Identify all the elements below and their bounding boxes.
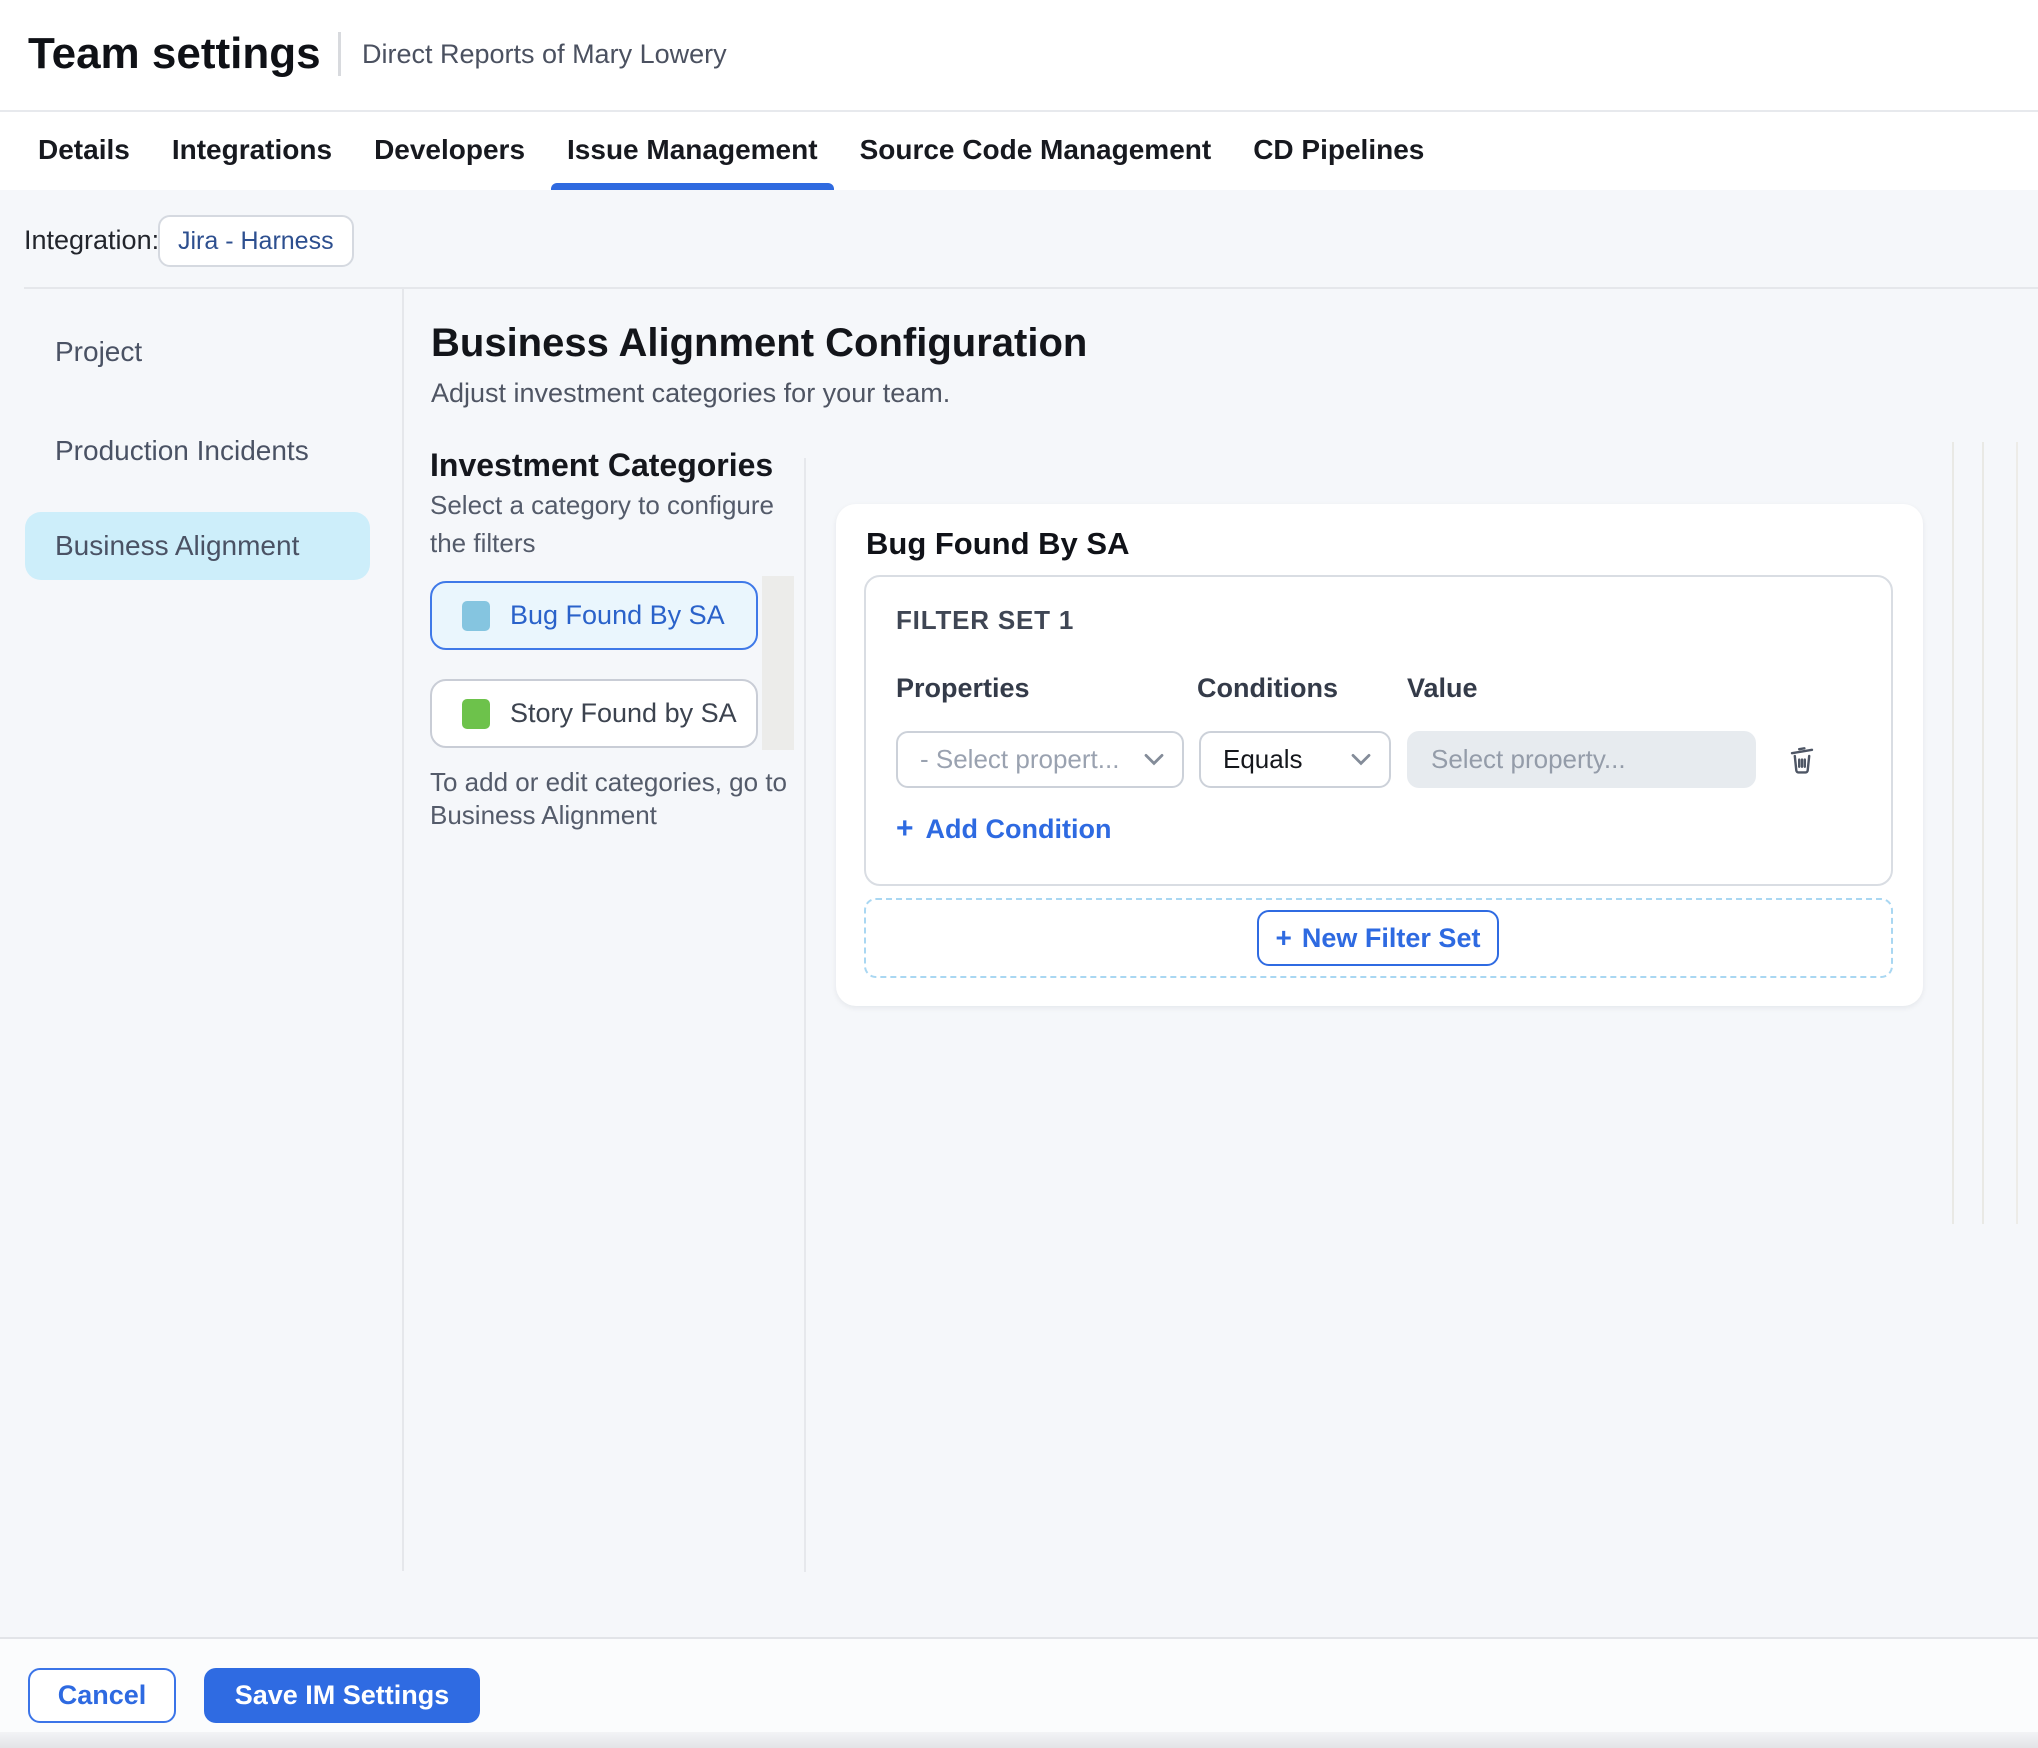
content-top-divider <box>24 287 2038 289</box>
sidebar-item-business-alignment[interactable]: Business Alignment <box>25 512 370 580</box>
section-subheading: Adjust investment categories for your te… <box>431 378 951 408</box>
chevron-down-icon <box>1144 753 1164 765</box>
chevron-down-icon <box>1351 753 1371 765</box>
sidebar-item-production-incidents[interactable]: Production Incidents <box>25 417 370 485</box>
investment-categories-description: Select a category to configure the filte… <box>430 490 774 558</box>
tab-integrations[interactable]: Integrations <box>172 110 332 190</box>
filter-set-title: FILTER SET 1 <box>896 605 1075 635</box>
tab-issue-management[interactable]: Issue Management <box>551 110 834 190</box>
property-select[interactable]: - Select propert... <box>896 731 1184 788</box>
active-tab-underline <box>551 183 834 190</box>
team-settings-page: Team settings Direct Reports of Mary Low… <box>0 0 2038 1748</box>
integration-label: Integration: <box>24 225 160 255</box>
section-heading: Business Alignment Configuration <box>431 321 1088 365</box>
bug-category-swatch <box>462 600 490 631</box>
properties-column-label: Properties <box>896 673 1030 703</box>
value-input[interactable]: Select property... <box>1407 731 1756 788</box>
tab-details[interactable]: Details <box>38 110 130 190</box>
page-title: Team settings <box>28 29 321 78</box>
category-story-found-by-sa[interactable]: Story Found by SA <box>430 679 758 748</box>
scroll-gutter-line-2 <box>1982 442 1984 1224</box>
tab-bar: Details Integrations Developers Issue Ma… <box>38 110 1424 190</box>
categories-note: To add or edit categories, go to Business… <box>430 767 788 830</box>
sidebar-divider <box>402 287 404 1571</box>
page-subtitle: Direct Reports of Mary Lowery <box>362 39 727 69</box>
tab-source-code-management[interactable]: Source Code Management <box>860 110 1212 190</box>
conditions-column-label: Conditions <box>1197 673 1338 703</box>
category-list-scrollbar[interactable] <box>762 576 794 750</box>
story-category-swatch <box>462 698 490 729</box>
condition-select[interactable]: Equals <box>1199 731 1391 788</box>
category-bug-found-by-sa[interactable]: Bug Found By SA <box>430 581 758 650</box>
plus-icon: + <box>896 812 914 845</box>
scroll-gutter-line-1 <box>1952 442 1954 1224</box>
tab-cd-pipelines[interactable]: CD Pipelines <box>1253 110 1424 190</box>
cancel-button[interactable]: Cancel <box>28 1668 176 1723</box>
save-im-settings-button[interactable]: Save IM Settings <box>204 1668 480 1723</box>
filter-card-heading: Bug Found By SA <box>866 526 1130 561</box>
sidebar-item-project[interactable]: Project <box>25 318 370 386</box>
title-separator <box>338 32 341 76</box>
trash-icon[interactable] <box>1786 742 1818 776</box>
integration-chip[interactable]: Jira - Harness <box>158 215 354 267</box>
tab-developers[interactable]: Developers <box>374 110 525 190</box>
add-condition-button[interactable]: + Add Condition <box>896 812 1111 845</box>
categories-divider <box>804 458 806 1572</box>
scroll-gutter-line-3 <box>2016 442 2018 1224</box>
footer-bottom-strip <box>0 1732 2038 1748</box>
value-column-label: Value <box>1407 673 1478 703</box>
plus-icon: + <box>1275 922 1292 953</box>
investment-categories-heading: Investment Categories <box>430 447 774 483</box>
new-filter-set-button[interactable]: + New Filter Set <box>1257 910 1499 966</box>
